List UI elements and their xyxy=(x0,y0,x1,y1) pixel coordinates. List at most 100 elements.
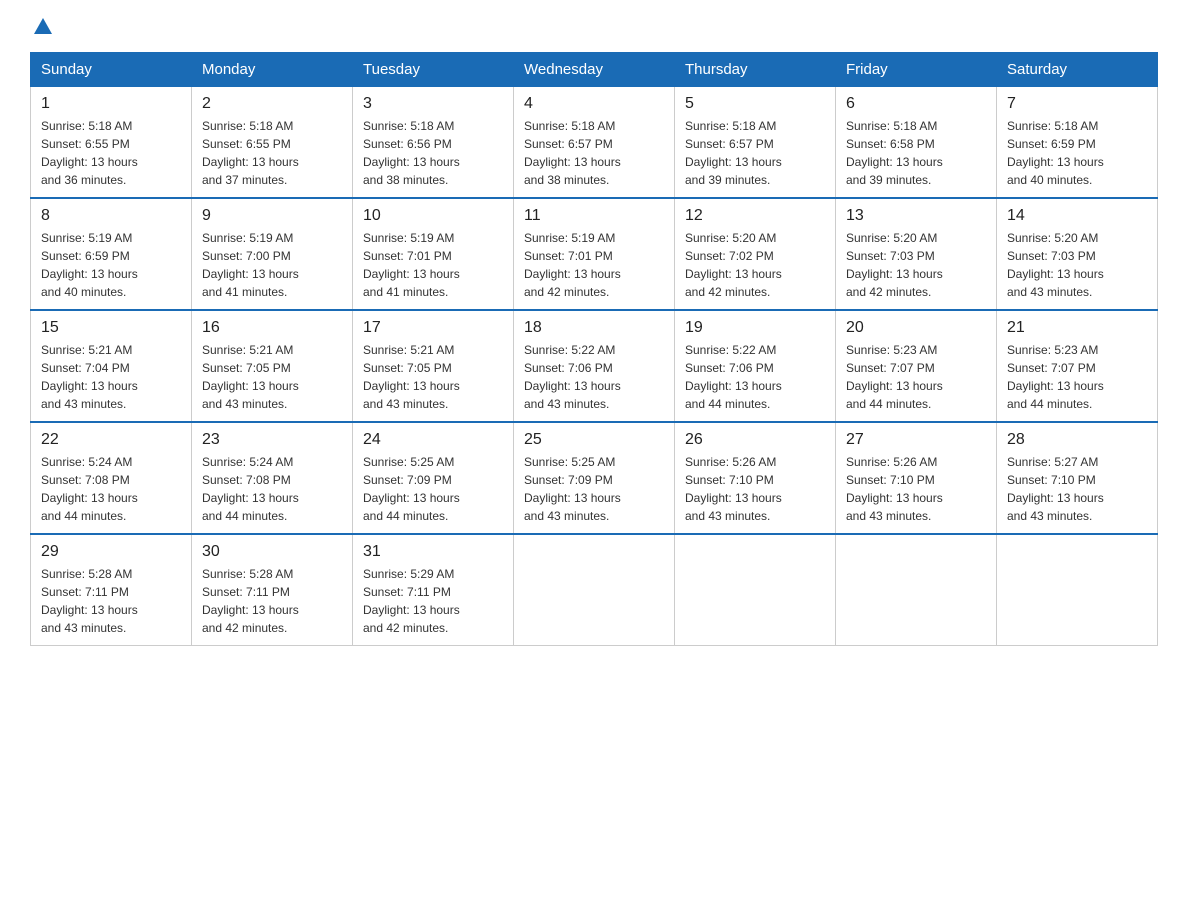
calendar-day-cell: 12 Sunrise: 5:20 AM Sunset: 7:02 PM Dayl… xyxy=(675,198,836,310)
day-info: Sunrise: 5:21 AM Sunset: 7:05 PM Dayligh… xyxy=(363,341,503,413)
calendar-header-row: SundayMondayTuesdayWednesdayThursdayFrid… xyxy=(31,53,1158,87)
calendar-day-cell: 30 Sunrise: 5:28 AM Sunset: 7:11 PM Dayl… xyxy=(192,534,353,646)
calendar-day-cell: 5 Sunrise: 5:18 AM Sunset: 6:57 PM Dayli… xyxy=(675,87,836,199)
calendar-day-cell: 1 Sunrise: 5:18 AM Sunset: 6:55 PM Dayli… xyxy=(31,87,192,199)
day-number: 15 xyxy=(41,319,181,337)
calendar-day-cell: 10 Sunrise: 5:19 AM Sunset: 7:01 PM Dayl… xyxy=(353,198,514,310)
day-info: Sunrise: 5:26 AM Sunset: 7:10 PM Dayligh… xyxy=(846,453,986,525)
day-info: Sunrise: 5:21 AM Sunset: 7:04 PM Dayligh… xyxy=(41,341,181,413)
day-number: 14 xyxy=(1007,207,1147,225)
day-number: 24 xyxy=(363,431,503,449)
day-number: 1 xyxy=(41,95,181,113)
day-info: Sunrise: 5:22 AM Sunset: 7:06 PM Dayligh… xyxy=(685,341,825,413)
day-info: Sunrise: 5:28 AM Sunset: 7:11 PM Dayligh… xyxy=(202,565,342,637)
day-number: 11 xyxy=(524,207,664,225)
day-number: 26 xyxy=(685,431,825,449)
day-info: Sunrise: 5:18 AM Sunset: 6:58 PM Dayligh… xyxy=(846,117,986,189)
calendar-day-cell: 18 Sunrise: 5:22 AM Sunset: 7:06 PM Dayl… xyxy=(514,310,675,422)
day-number: 16 xyxy=(202,319,342,337)
day-info: Sunrise: 5:29 AM Sunset: 7:11 PM Dayligh… xyxy=(363,565,503,637)
calendar-day-cell: 24 Sunrise: 5:25 AM Sunset: 7:09 PM Dayl… xyxy=(353,422,514,534)
day-info: Sunrise: 5:23 AM Sunset: 7:07 PM Dayligh… xyxy=(846,341,986,413)
day-info: Sunrise: 5:20 AM Sunset: 7:03 PM Dayligh… xyxy=(1007,229,1147,301)
calendar-week-row: 22 Sunrise: 5:24 AM Sunset: 7:08 PM Dayl… xyxy=(31,422,1158,534)
day-info: Sunrise: 5:25 AM Sunset: 7:09 PM Dayligh… xyxy=(363,453,503,525)
day-number: 9 xyxy=(202,207,342,225)
calendar-day-cell: 16 Sunrise: 5:21 AM Sunset: 7:05 PM Dayl… xyxy=(192,310,353,422)
calendar-table: SundayMondayTuesdayWednesdayThursdayFrid… xyxy=(30,52,1158,646)
calendar-day-cell: 29 Sunrise: 5:28 AM Sunset: 7:11 PM Dayl… xyxy=(31,534,192,646)
calendar-day-cell: 31 Sunrise: 5:29 AM Sunset: 7:11 PM Dayl… xyxy=(353,534,514,646)
calendar-day-cell: 20 Sunrise: 5:23 AM Sunset: 7:07 PM Dayl… xyxy=(836,310,997,422)
day-number: 5 xyxy=(685,95,825,113)
day-info: Sunrise: 5:24 AM Sunset: 7:08 PM Dayligh… xyxy=(41,453,181,525)
day-number: 13 xyxy=(846,207,986,225)
calendar-week-row: 8 Sunrise: 5:19 AM Sunset: 6:59 PM Dayli… xyxy=(31,198,1158,310)
day-number: 6 xyxy=(846,95,986,113)
calendar-day-cell: 4 Sunrise: 5:18 AM Sunset: 6:57 PM Dayli… xyxy=(514,87,675,199)
day-number: 18 xyxy=(524,319,664,337)
day-info: Sunrise: 5:18 AM Sunset: 6:55 PM Dayligh… xyxy=(41,117,181,189)
day-number: 12 xyxy=(685,207,825,225)
calendar-day-cell: 27 Sunrise: 5:26 AM Sunset: 7:10 PM Dayl… xyxy=(836,422,997,534)
day-info: Sunrise: 5:18 AM Sunset: 6:56 PM Dayligh… xyxy=(363,117,503,189)
day-info: Sunrise: 5:18 AM Sunset: 6:55 PM Dayligh… xyxy=(202,117,342,189)
calendar-day-cell: 13 Sunrise: 5:20 AM Sunset: 7:03 PM Dayl… xyxy=(836,198,997,310)
day-number: 3 xyxy=(363,95,503,113)
calendar-day-cell xyxy=(675,534,836,646)
calendar-day-cell xyxy=(514,534,675,646)
day-info: Sunrise: 5:18 AM Sunset: 6:59 PM Dayligh… xyxy=(1007,117,1147,189)
day-number: 22 xyxy=(41,431,181,449)
day-number: 10 xyxy=(363,207,503,225)
day-info: Sunrise: 5:28 AM Sunset: 7:11 PM Dayligh… xyxy=(41,565,181,637)
day-number: 20 xyxy=(846,319,986,337)
header-saturday: Saturday xyxy=(997,53,1158,87)
day-number: 8 xyxy=(41,207,181,225)
calendar-day-cell xyxy=(997,534,1158,646)
day-info: Sunrise: 5:27 AM Sunset: 7:10 PM Dayligh… xyxy=(1007,453,1147,525)
calendar-day-cell: 22 Sunrise: 5:24 AM Sunset: 7:08 PM Dayl… xyxy=(31,422,192,534)
calendar-day-cell: 15 Sunrise: 5:21 AM Sunset: 7:04 PM Dayl… xyxy=(31,310,192,422)
calendar-day-cell: 6 Sunrise: 5:18 AM Sunset: 6:58 PM Dayli… xyxy=(836,87,997,199)
day-info: Sunrise: 5:26 AM Sunset: 7:10 PM Dayligh… xyxy=(685,453,825,525)
calendar-day-cell: 2 Sunrise: 5:18 AM Sunset: 6:55 PM Dayli… xyxy=(192,87,353,199)
day-number: 19 xyxy=(685,319,825,337)
day-number: 2 xyxy=(202,95,342,113)
calendar-day-cell: 19 Sunrise: 5:22 AM Sunset: 7:06 PM Dayl… xyxy=(675,310,836,422)
calendar-day-cell: 21 Sunrise: 5:23 AM Sunset: 7:07 PM Dayl… xyxy=(997,310,1158,422)
day-number: 28 xyxy=(1007,431,1147,449)
day-number: 25 xyxy=(524,431,664,449)
header-sunday: Sunday xyxy=(31,53,192,87)
day-info: Sunrise: 5:19 AM Sunset: 7:01 PM Dayligh… xyxy=(363,229,503,301)
day-number: 23 xyxy=(202,431,342,449)
calendar-day-cell xyxy=(836,534,997,646)
calendar-day-cell: 8 Sunrise: 5:19 AM Sunset: 6:59 PM Dayli… xyxy=(31,198,192,310)
day-info: Sunrise: 5:20 AM Sunset: 7:02 PM Dayligh… xyxy=(685,229,825,301)
header-friday: Friday xyxy=(836,53,997,87)
day-number: 29 xyxy=(41,543,181,561)
calendar-day-cell: 25 Sunrise: 5:25 AM Sunset: 7:09 PM Dayl… xyxy=(514,422,675,534)
day-number: 27 xyxy=(846,431,986,449)
calendar-week-row: 15 Sunrise: 5:21 AM Sunset: 7:04 PM Dayl… xyxy=(31,310,1158,422)
day-number: 30 xyxy=(202,543,342,561)
calendar-day-cell: 23 Sunrise: 5:24 AM Sunset: 7:08 PM Dayl… xyxy=(192,422,353,534)
day-info: Sunrise: 5:24 AM Sunset: 7:08 PM Dayligh… xyxy=(202,453,342,525)
day-number: 21 xyxy=(1007,319,1147,337)
calendar-week-row: 1 Sunrise: 5:18 AM Sunset: 6:55 PM Dayli… xyxy=(31,87,1158,199)
calendar-day-cell: 9 Sunrise: 5:19 AM Sunset: 7:00 PM Dayli… xyxy=(192,198,353,310)
header-tuesday: Tuesday xyxy=(353,53,514,87)
logo-triangle-icon xyxy=(32,16,54,38)
day-info: Sunrise: 5:25 AM Sunset: 7:09 PM Dayligh… xyxy=(524,453,664,525)
calendar-day-cell: 28 Sunrise: 5:27 AM Sunset: 7:10 PM Dayl… xyxy=(997,422,1158,534)
day-info: Sunrise: 5:19 AM Sunset: 7:00 PM Dayligh… xyxy=(202,229,342,301)
day-number: 31 xyxy=(363,543,503,561)
day-info: Sunrise: 5:20 AM Sunset: 7:03 PM Dayligh… xyxy=(846,229,986,301)
calendar-day-cell: 17 Sunrise: 5:21 AM Sunset: 7:05 PM Dayl… xyxy=(353,310,514,422)
calendar-day-cell: 14 Sunrise: 5:20 AM Sunset: 7:03 PM Dayl… xyxy=(997,198,1158,310)
header xyxy=(30,20,1158,32)
header-wednesday: Wednesday xyxy=(514,53,675,87)
calendar-week-row: 29 Sunrise: 5:28 AM Sunset: 7:11 PM Dayl… xyxy=(31,534,1158,646)
day-info: Sunrise: 5:21 AM Sunset: 7:05 PM Dayligh… xyxy=(202,341,342,413)
calendar-day-cell: 7 Sunrise: 5:18 AM Sunset: 6:59 PM Dayli… xyxy=(997,87,1158,199)
header-thursday: Thursday xyxy=(675,53,836,87)
